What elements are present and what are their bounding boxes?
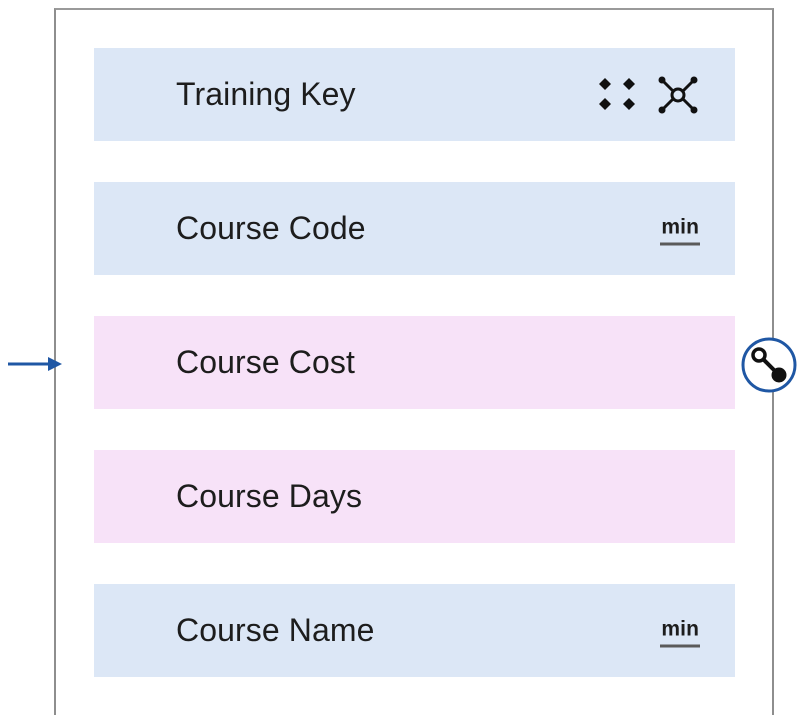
key-attribute-icon	[599, 77, 635, 110]
attribute-label: Course Days	[176, 478, 363, 514]
attribute-label: Course Name	[176, 612, 375, 648]
attribute-row-training-key[interactable]: Training Key	[94, 48, 735, 141]
attribute-label: Course Code	[176, 210, 366, 246]
aggregation-min-badge: min	[660, 216, 700, 245]
relationship-handle-icon[interactable]	[740, 336, 798, 394]
aggregation-min-badge: min	[660, 618, 700, 647]
relationship-node-icon	[658, 76, 698, 113]
attribute-label: Training Key	[176, 76, 356, 112]
incoming-link-arrow	[8, 357, 62, 371]
attribute-row-course-cost[interactable]: Course Cost	[94, 316, 735, 409]
attribute-row-course-code[interactable]: Course Code min	[94, 182, 735, 275]
attribute-row-course-name[interactable]: Course Name min	[94, 584, 735, 677]
attribute-label: Course Cost	[176, 344, 355, 380]
attribute-row-course-days[interactable]: Course Days	[94, 450, 735, 543]
